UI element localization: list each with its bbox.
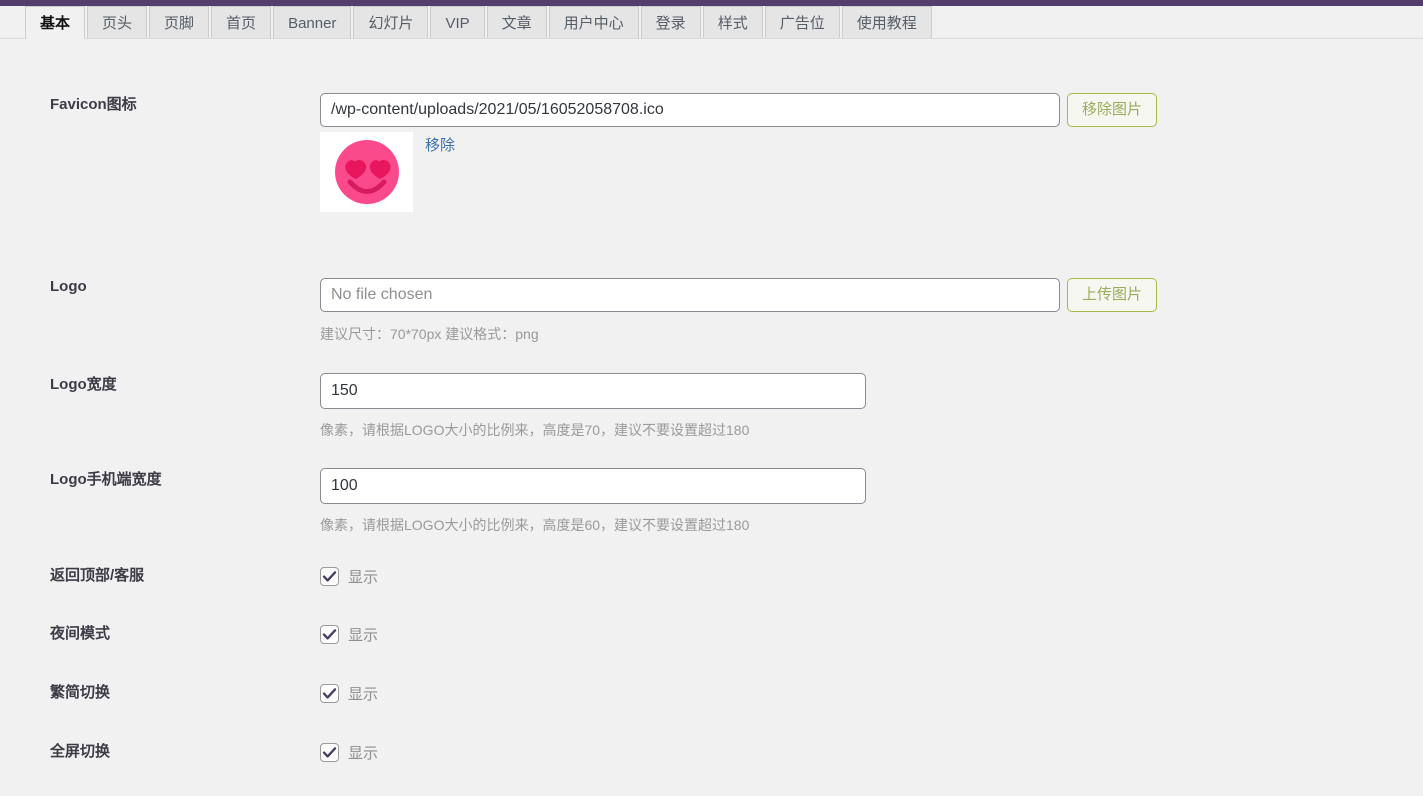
row-traditional-simplified: 繁简切换 显示 [0, 681, 1423, 704]
row-logo-width: Logo宽度 像素，请根据LOGO大小的比例来，高度是70，建议不要设置超过18… [0, 373, 1423, 440]
label-logo-width: Logo宽度 [50, 376, 117, 393]
back-to-top-checkbox[interactable] [320, 567, 339, 586]
logo-width-input[interactable] [320, 373, 866, 409]
tab-0[interactable]: 基本 [25, 6, 86, 39]
field-back-to-top: 显示 [320, 566, 1423, 587]
field-night-mode: 显示 [320, 624, 1423, 645]
back-to-top-checkbox-label: 显示 [348, 569, 379, 586]
favicon-preview [320, 132, 413, 212]
favicon-path-input[interactable] [320, 93, 1060, 127]
field-traditional-simplified: 显示 [320, 683, 1423, 704]
tab-bar: 基本 页头 页脚 首页 Banner 幻灯片 VIP 文章 用户中心 登录 样式 广告位 使用教程 [0, 6, 1423, 39]
logo-mobile-width-help-text: 像素，请根据LOGO大小的比例来，高度是60，建议不要设置超过180 [320, 517, 750, 533]
tab-5[interactable]: 幻灯片 [353, 6, 429, 39]
tab-6[interactable]: VIP [430, 6, 485, 39]
favicon-remove-image-button[interactable]: 移除图片 [1067, 93, 1158, 127]
field-logo-width: 像素，请根据LOGO大小的比例来，高度是70，建议不要设置超过180 [320, 373, 1423, 440]
tab-8[interactable]: 用户中心 [548, 6, 639, 39]
tab-4[interactable]: Banner [273, 6, 352, 39]
tab-12[interactable]: 使用教程 [841, 6, 932, 39]
favicon-remove-link[interactable]: 移除 [425, 134, 455, 155]
row-night-mode: 夜间模式 显示 [0, 622, 1423, 645]
night-mode-checkbox[interactable] [320, 625, 339, 644]
logo-mobile-width-input[interactable] [320, 468, 866, 504]
tab-list: 基本 页头 页脚 首页 Banner 幻灯片 VIP 文章 用户中心 登录 样式 广告位 使用教程 [25, 6, 934, 39]
tab-9[interactable]: 登录 [640, 6, 701, 39]
label-fullscreen: 全屏切换 [50, 743, 111, 760]
row-fullscreen: 全屏切换 显示 [0, 740, 1423, 763]
fullscreen-checkbox[interactable] [320, 743, 339, 762]
field-fullscreen: 显示 [320, 742, 1423, 763]
row-favicon: Favicon图标 移除图片 移除 [0, 93, 1423, 212]
label-night-mode: 夜间模式 [50, 625, 111, 642]
row-logo-mobile-width: Logo手机端宽度 像素，请根据LOGO大小的比例来，高度是60，建议不要设置超… [0, 468, 1423, 535]
tab-bar-divider [0, 38, 1423, 39]
logo-width-help-text: 像素，请根据LOGO大小的比例来，高度是70，建议不要设置超过180 [320, 422, 750, 438]
logo-upload-image-button[interactable]: 上传图片 [1067, 278, 1158, 312]
row-back-to-top: 返回顶部/客服 显示 [0, 564, 1423, 587]
tab-1[interactable]: 页头 [87, 6, 148, 39]
tab-3[interactable]: 首页 [211, 6, 272, 39]
field-logo-mobile-width: 像素，请根据LOGO大小的比例来，高度是60，建议不要设置超过180 [320, 468, 1423, 535]
field-favicon: 移除图片 移除 [320, 93, 1423, 212]
label-traditional-simplified: 繁简切换 [50, 684, 111, 701]
tab-2[interactable]: 页脚 [149, 6, 210, 39]
label-back-to-top: 返回顶部/客服 [50, 567, 145, 584]
tab-7[interactable]: 文章 [486, 6, 547, 39]
night-mode-checkbox-label: 显示 [348, 627, 379, 644]
traditional-simplified-checkbox-label: 显示 [348, 686, 379, 703]
row-logo: Logo 上传图片 建议尺寸：70*70px 建议格式：png [0, 278, 1423, 344]
fullscreen-checkbox-label: 显示 [348, 745, 379, 762]
logo-path-input[interactable] [320, 278, 1060, 312]
logo-help-text: 建议尺寸：70*70px 建议格式：png [320, 326, 539, 342]
label-logo: Logo [50, 278, 87, 295]
label-logo-mobile-width: Logo手机端宽度 [50, 471, 162, 488]
tab-10[interactable]: 样式 [702, 6, 763, 39]
field-logo: 上传图片 建议尺寸：70*70px 建议格式：png [320, 278, 1423, 344]
label-favicon: Favicon图标 [50, 96, 137, 113]
traditional-simplified-checkbox[interactable] [320, 684, 339, 703]
tab-11[interactable]: 广告位 [764, 6, 840, 39]
